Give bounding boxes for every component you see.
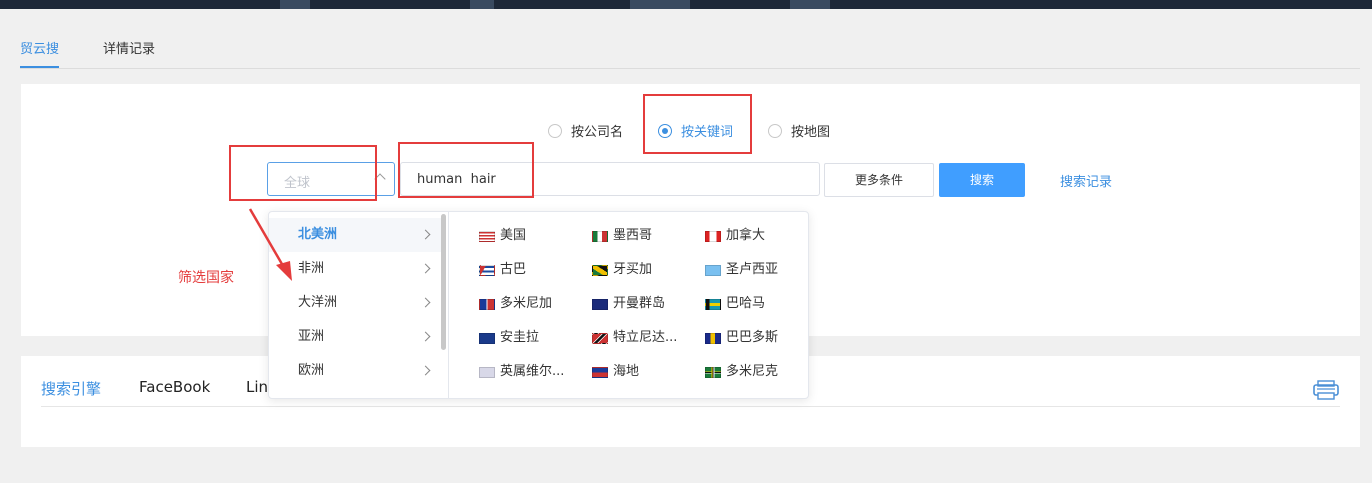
chevron-right-icon — [420, 297, 431, 308]
chevron-right-icon — [420, 365, 431, 376]
annotation-box-keyword-input — [398, 142, 534, 198]
tab-facebook[interactable]: FaceBook — [139, 378, 210, 396]
top-banner — [0, 0, 1372, 9]
country-item-barbados[interactable]: 巴巴多斯 — [705, 328, 778, 348]
country-item-trinidad[interactable]: 特立尼达... — [592, 328, 677, 348]
continent-label: 亚洲 — [298, 329, 325, 344]
country-label: 安圭拉 — [500, 330, 540, 345]
country-label: 英属维尔... — [500, 364, 565, 379]
annotation-box-region — [229, 145, 377, 201]
country-label: 墨西哥 — [613, 228, 653, 243]
chevron-right-icon — [420, 229, 431, 240]
haiti-flag-icon — [592, 366, 608, 378]
continent-label: 大洋洲 — [298, 295, 338, 310]
trinidad-flag-icon — [592, 332, 608, 344]
radio-label: 按地图 — [791, 125, 831, 140]
jamaica-flag-icon — [592, 264, 608, 276]
country-label: 牙买加 — [613, 262, 653, 277]
tab-detail-records[interactable]: 详情记录 — [103, 40, 155, 68]
country-label: 多米尼加 — [500, 296, 553, 311]
banner-decoration — [630, 0, 690, 9]
tab-maoyun-search[interactable]: 贸云搜 — [20, 40, 60, 68]
country-item-anguilla[interactable]: 安圭拉 — [479, 328, 539, 348]
country-item-us[interactable]: 美国 — [479, 226, 526, 246]
scrollbar-thumb[interactable] — [441, 214, 446, 350]
country-item-dominica[interactable]: 多米尼克 — [705, 362, 778, 382]
us-flag-icon — [479, 230, 495, 242]
country-label: 开曼群岛 — [613, 296, 666, 311]
banner-decoration — [790, 0, 830, 9]
search-button[interactable]: 搜索 — [939, 163, 1025, 197]
search-history-link[interactable]: 搜索记录 — [1060, 171, 1112, 190]
bvi-flag-icon — [479, 366, 495, 378]
continent-item-oceania[interactable]: 大洋洲 — [269, 286, 441, 320]
chevron-right-icon — [420, 331, 431, 342]
radio-button[interactable] — [768, 123, 782, 138]
annotation-label: 筛选国家 — [178, 270, 234, 286]
banner-decoration — [470, 0, 494, 9]
country-label: 海地 — [613, 364, 640, 379]
continent-item-europe[interactable]: 欧洲 — [269, 354, 441, 388]
mexico-flag-icon — [592, 230, 608, 242]
country-item-bvi[interactable]: 英属维尔... — [479, 362, 564, 382]
annotation-arrow-icon — [248, 208, 292, 281]
bahamas-flag-icon — [705, 298, 721, 310]
radio-company-name[interactable]: 按公司名 — [548, 121, 623, 140]
anguilla-flag-icon — [479, 332, 495, 344]
dominica-flag-icon — [705, 366, 721, 378]
country-label: 巴巴多斯 — [726, 330, 779, 345]
country-item-canada[interactable]: 加拿大 — [705, 226, 765, 246]
banner-decoration — [280, 0, 310, 9]
country-item-mexico[interactable]: 墨西哥 — [592, 226, 652, 246]
more-conditions-button[interactable]: 更多条件 — [824, 163, 934, 197]
radio-map[interactable]: 按地图 — [768, 121, 830, 140]
canada-flag-icon — [705, 230, 721, 242]
country-item-haiti[interactable]: 海地 — [592, 362, 639, 382]
country-label: 多米尼克 — [726, 364, 779, 379]
radio-button[interactable] — [548, 123, 562, 138]
main-tabs: 贸云搜 详情记录 — [20, 36, 1360, 69]
cuba-flag-icon — [479, 264, 495, 276]
country-item-cuba[interactable]: 古巴 — [479, 260, 526, 280]
printer-icon[interactable] — [1313, 380, 1339, 400]
region-dropdown: 北美洲 非洲 大洋洲 亚洲 欧洲 美国 墨西哥 加拿大 古巴 牙买加 圣卢西亚 … — [268, 211, 809, 399]
saint-lucia-flag-icon — [705, 264, 721, 276]
country-item-dominican-republic[interactable]: 多米尼加 — [479, 294, 552, 314]
dominican-republic-flag-icon — [479, 298, 495, 310]
country-item-jamaica[interactable]: 牙买加 — [592, 260, 652, 280]
country-label: 加拿大 — [726, 228, 766, 243]
chevron-right-icon — [420, 263, 431, 274]
cayman-islands-flag-icon — [592, 298, 608, 310]
barbados-flag-icon — [705, 332, 721, 344]
country-label: 特立尼达... — [613, 330, 678, 345]
country-label: 圣卢西亚 — [726, 262, 779, 277]
country-label: 美国 — [500, 228, 527, 243]
continent-item-asia[interactable]: 亚洲 — [269, 320, 441, 354]
country-item-bahamas[interactable]: 巴哈马 — [705, 294, 765, 314]
tab-search-engine[interactable]: 搜索引擎 — [41, 378, 101, 399]
country-item-saint-lucia[interactable]: 圣卢西亚 — [705, 260, 778, 280]
country-label: 巴哈马 — [726, 296, 766, 311]
annotation-box-keyword — [643, 94, 752, 154]
country-label: 古巴 — [500, 262, 527, 277]
tab-linkedin[interactable]: Lin — [246, 378, 268, 396]
continent-label: 欧洲 — [298, 363, 325, 378]
radio-label: 按公司名 — [571, 125, 624, 140]
country-item-cayman-islands[interactable]: 开曼群岛 — [592, 294, 665, 314]
